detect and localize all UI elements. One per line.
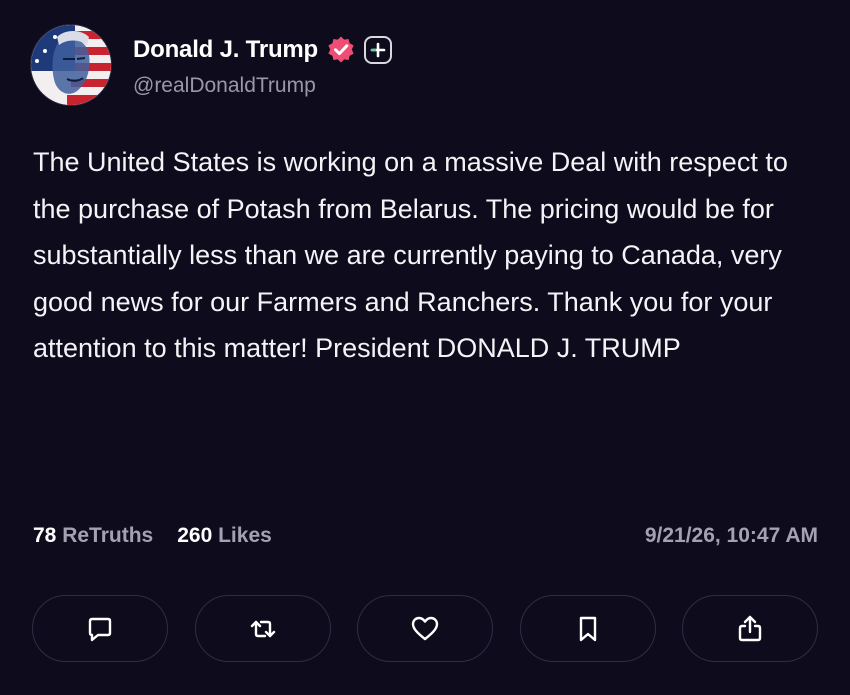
- likes-stat[interactable]: 260 Likes: [177, 524, 272, 548]
- share-icon: [738, 615, 762, 641]
- retruths-label: ReTruths: [62, 524, 154, 547]
- display-name[interactable]: Donald J. Trump: [133, 36, 318, 64]
- retruth-button[interactable]: [194, 595, 331, 662]
- plus-badge-icon[interactable]: [364, 36, 393, 64]
- bookmark-button[interactable]: [519, 595, 656, 662]
- post-stats: 78 ReTruths 260 Likes: [33, 524, 272, 548]
- retruths-stat[interactable]: 78 ReTruths: [33, 524, 153, 548]
- post-timestamp: 9/21/26, 10:47 AM: [644, 524, 818, 547]
- post-card: Donald J. Trump @realDonaldTrump The Uni…: [0, 0, 850, 695]
- retruth-icon: [250, 620, 275, 637]
- reply-button[interactable]: [32, 595, 168, 662]
- comment-icon: [88, 617, 112, 641]
- verified-badge-icon: [326, 35, 356, 65]
- user-handle[interactable]: @realDonaldTrump: [133, 74, 316, 98]
- bookmark-icon: [579, 616, 596, 641]
- post-text: The United States is working on a massiv…: [33, 147, 788, 363]
- heart-icon: [411, 616, 439, 640]
- retruths-count: 78: [33, 524, 57, 547]
- likes-count: 260: [177, 524, 213, 547]
- likes-label: Likes: [218, 524, 272, 547]
- share-button[interactable]: [682, 595, 818, 662]
- like-button[interactable]: [357, 595, 493, 662]
- avatar[interactable]: [30, 24, 112, 106]
- action-bar: [32, 595, 818, 662]
- name-row: Donald J. Trump: [133, 34, 393, 66]
- flag-portrait-avatar: [31, 25, 111, 105]
